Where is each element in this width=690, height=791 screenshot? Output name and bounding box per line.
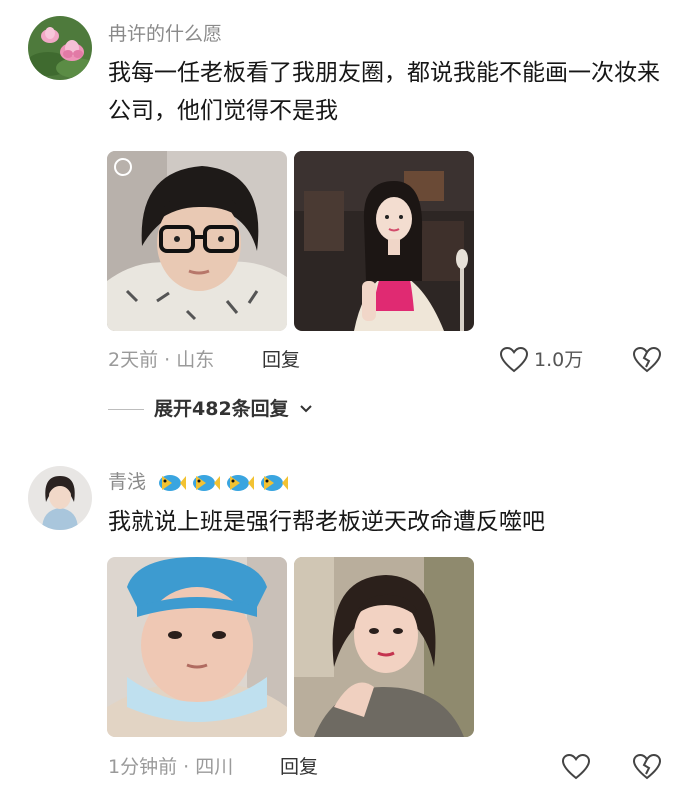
lotus-avatar-icon [28, 16, 92, 80]
fish-emoji-icon [159, 474, 187, 491]
avatar[interactable] [28, 16, 92, 80]
chevron-down-icon [299, 405, 312, 413]
like-button[interactable] [562, 754, 590, 780]
selfie-makeup-image [294, 557, 474, 737]
comment-photo-2[interactable] [294, 557, 474, 737]
selfie-mask-image [107, 557, 287, 737]
broken-heart-icon [632, 753, 662, 780]
like-count: 1.0万 [534, 349, 584, 371]
like-button[interactable]: 1.0万 [500, 347, 583, 373]
expand-replies-button[interactable]: 展开482条回复 [108, 397, 313, 421]
comment-text: 我就说上班是强行帮老板逆天改命遭反噬吧 [108, 509, 545, 535]
heart-icon [562, 754, 590, 780]
comment-photo-1[interactable] [107, 557, 287, 737]
broken-heart-icon [632, 346, 662, 373]
glamour-photo-image [294, 151, 474, 331]
comment-meta: 2天前 · 山东 [108, 349, 215, 371]
heart-icon [500, 347, 528, 373]
comment-photo-1[interactable] [107, 151, 287, 331]
avatar[interactable] [28, 466, 92, 530]
comment-photo-2[interactable] [294, 151, 474, 331]
username-text: 青浅 [108, 471, 147, 493]
expand-replies-label: 展开482条回复 [154, 398, 289, 420]
fish-emoji-icon [227, 474, 255, 491]
username[interactable]: 青浅 [108, 470, 289, 494]
selfie-glasses-image [107, 151, 287, 331]
fish-emoji-icon [261, 474, 289, 491]
dislike-button[interactable] [632, 753, 662, 784]
woman-portrait-avatar-icon [28, 466, 92, 530]
reply-button[interactable]: 回复 [262, 348, 300, 372]
comment-text: 我每一任老板看了我朋友圈，都说我能不能画一次妆来公司，他们觉得不是我 [108, 60, 660, 124]
comment-meta: 1分钟前 · 四川 [108, 756, 234, 778]
username-decoration [156, 472, 289, 494]
username[interactable]: 冉许的什么愿 [108, 22, 222, 46]
dislike-button[interactable] [632, 346, 662, 377]
fish-emoji-icon [193, 474, 221, 491]
reply-button[interactable]: 回复 [280, 755, 318, 779]
divider [108, 408, 144, 410]
